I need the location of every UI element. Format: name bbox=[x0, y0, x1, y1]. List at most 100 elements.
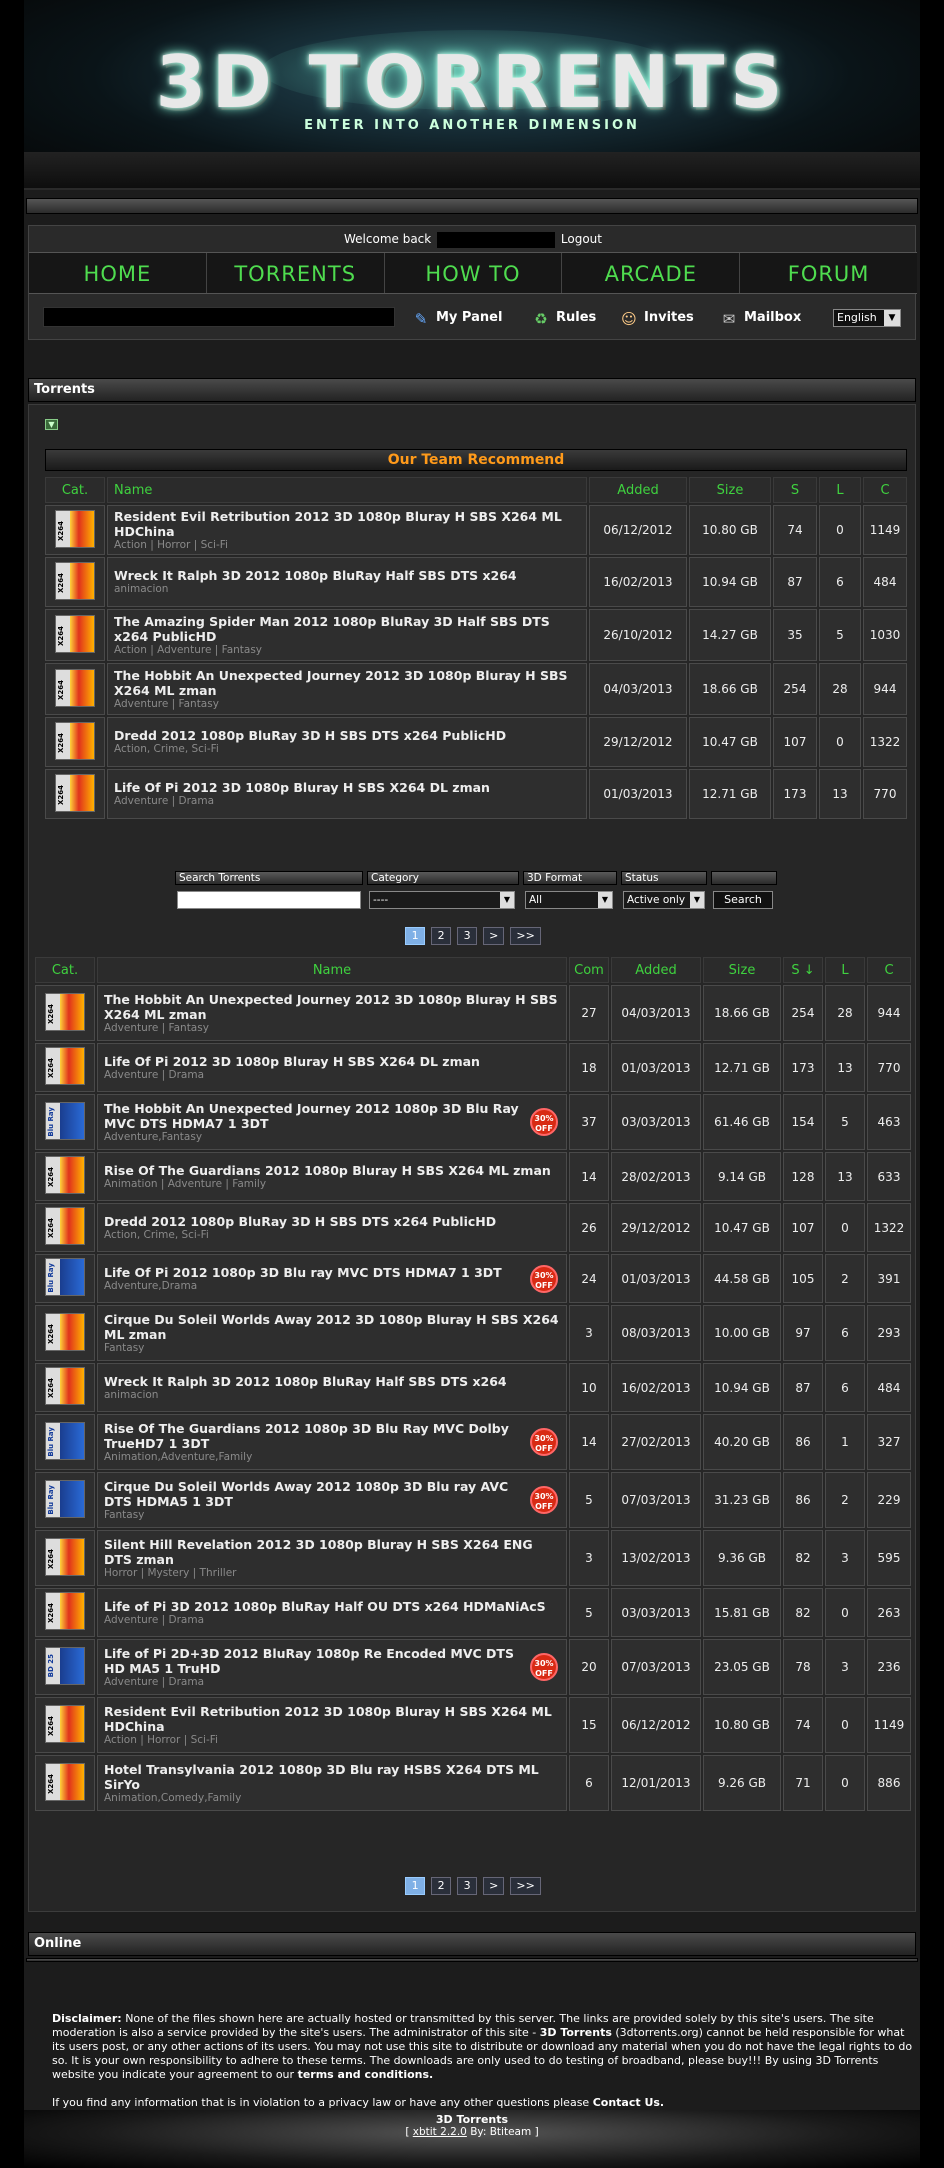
recommended-row[interactable]: Dredd 2012 1080p BluRay 3D H SBS DTS x26… bbox=[45, 717, 907, 767]
torrent-row[interactable]: Wreck It Ralph 3D 2012 1080p BluRay Half… bbox=[35, 1363, 911, 1412]
category-icon[interactable] bbox=[45, 1704, 85, 1743]
name-cell[interactable]: Life of Pi 2D+3D 2012 BluRay 1080p Re En… bbox=[97, 1639, 567, 1695]
category-cell[interactable] bbox=[35, 1697, 95, 1753]
category-cell[interactable] bbox=[35, 1588, 95, 1637]
completed-cell[interactable]: 944 bbox=[863, 663, 907, 715]
menu-arcade[interactable]: ARCADE bbox=[562, 253, 741, 293]
page-3[interactable]: 3 bbox=[457, 1877, 478, 1895]
seeders-cell[interactable]: 74 bbox=[773, 505, 817, 555]
completed-cell[interactable]: 886 bbox=[867, 1755, 911, 1811]
col-name[interactable]: Name bbox=[97, 957, 567, 983]
seeders-cell[interactable]: 87 bbox=[773, 557, 817, 607]
seeders-cell[interactable]: 105 bbox=[783, 1254, 823, 1303]
leechers-cell[interactable]: 0 bbox=[825, 1203, 865, 1252]
name-cell[interactable]: Silent Hill Revelation 2012 3D 1080p Blu… bbox=[97, 1530, 567, 1586]
category-icon[interactable] bbox=[45, 1207, 85, 1245]
seeders-cell[interactable]: 86 bbox=[783, 1472, 823, 1528]
torrent-row[interactable]: Life of Pi 2D+3D 2012 BluRay 1080p Re En… bbox=[35, 1639, 911, 1695]
terms-link[interactable]: terms and conditions. bbox=[298, 2068, 434, 2081]
category-cell[interactable] bbox=[45, 609, 105, 661]
menu-how-to[interactable]: HOW TO bbox=[385, 253, 563, 293]
name-cell[interactable]: Life Of Pi 2012 3D 1080p Bluray H SBS X2… bbox=[97, 1043, 567, 1092]
category-cell[interactable] bbox=[35, 1254, 95, 1303]
torrent-row[interactable]: Life Of Pi 2012 3D 1080p Bluray H SBS X2… bbox=[35, 1043, 911, 1092]
category-cell[interactable] bbox=[45, 769, 105, 819]
category-icon[interactable] bbox=[45, 1479, 85, 1518]
mailbox-link[interactable]: ✉ Mailbox bbox=[719, 308, 802, 328]
seeders-cell[interactable]: 82 bbox=[783, 1588, 823, 1637]
seeders-cell[interactable]: 86 bbox=[783, 1414, 823, 1470]
language-select[interactable]: English ▼ bbox=[833, 309, 901, 327]
completed-cell[interactable]: 229 bbox=[867, 1472, 911, 1528]
completed-cell[interactable]: 484 bbox=[863, 557, 907, 607]
menu-torrents[interactable]: TORRENTS bbox=[207, 253, 385, 293]
category-icon[interactable] bbox=[45, 1592, 85, 1630]
completed-cell[interactable]: 236 bbox=[867, 1639, 911, 1695]
torrent-title[interactable]: Hotel Transylvania 2012 1080p 3D Blu ray… bbox=[104, 1762, 560, 1792]
torrent-title[interactable]: Silent Hill Revelation 2012 3D 1080p Blu… bbox=[104, 1537, 560, 1567]
torrent-row[interactable]: Dredd 2012 1080p BluRay 3D H SBS DTS x26… bbox=[35, 1203, 911, 1252]
name-cell[interactable]: The Hobbit An Unexpected Journey 2012 3D… bbox=[97, 985, 567, 1041]
comments-cell[interactable]: 37 bbox=[569, 1094, 609, 1150]
comments-cell[interactable]: 24 bbox=[569, 1254, 609, 1303]
page-last[interactable]: >> bbox=[510, 1877, 541, 1895]
name-cell[interactable]: Dredd 2012 1080p BluRay 3D H SBS DTS x26… bbox=[107, 717, 587, 767]
seeders-cell[interactable]: 78 bbox=[783, 1639, 823, 1695]
category-cell[interactable] bbox=[35, 1530, 95, 1586]
comments-cell[interactable]: 15 bbox=[569, 1697, 609, 1753]
name-cell[interactable]: Rise Of The Guardians 2012 1080p 3D Blu … bbox=[97, 1414, 567, 1470]
name-cell[interactable]: Rise Of The Guardians 2012 1080p Bluray … bbox=[97, 1152, 567, 1201]
category-icon[interactable] bbox=[45, 1646, 85, 1685]
name-cell[interactable]: Life Of Pi 2012 3D 1080p Bluray H SBS X2… bbox=[107, 769, 587, 819]
col-s[interactable]: S ↓ bbox=[783, 957, 823, 983]
category-cell[interactable] bbox=[35, 1363, 95, 1412]
leechers-cell[interactable]: 0 bbox=[825, 1588, 865, 1637]
completed-cell[interactable]: 263 bbox=[867, 1588, 911, 1637]
seeders-cell[interactable]: 71 bbox=[783, 1755, 823, 1811]
leechers-cell[interactable]: 3 bbox=[825, 1530, 865, 1586]
completed-cell[interactable]: 944 bbox=[867, 985, 911, 1041]
torrent-title[interactable]: Cirque Du Soleil Worlds Away 2012 1080p … bbox=[104, 1479, 524, 1509]
name-cell[interactable]: Life of Pi 3D 2012 1080p BluRay Half OU … bbox=[97, 1588, 567, 1637]
completed-cell[interactable]: 1149 bbox=[867, 1697, 911, 1753]
category-cell[interactable] bbox=[35, 1305, 95, 1361]
category-icon[interactable] bbox=[55, 721, 95, 760]
completed-cell[interactable]: 770 bbox=[867, 1043, 911, 1092]
category-icon[interactable] bbox=[55, 561, 95, 600]
category-cell[interactable] bbox=[35, 1639, 95, 1695]
category-cell[interactable] bbox=[35, 1043, 95, 1092]
seeders-cell[interactable]: 173 bbox=[773, 769, 817, 819]
seeders-cell[interactable]: 82 bbox=[783, 1530, 823, 1586]
torrent-title[interactable]: Cirque Du Soleil Worlds Away 2012 3D 108… bbox=[104, 1312, 560, 1342]
leechers-cell[interactable]: 0 bbox=[825, 1697, 865, 1753]
name-cell[interactable]: Life Of Pi 2012 1080p 3D Blu ray MVC DTS… bbox=[97, 1254, 567, 1303]
col-size[interactable]: Size bbox=[703, 957, 781, 983]
completed-cell[interactable]: 484 bbox=[867, 1363, 911, 1412]
page-next[interactable]: > bbox=[483, 927, 505, 945]
name-cell[interactable]: Cirque Du Soleil Worlds Away 2012 1080p … bbox=[97, 1472, 567, 1528]
recommended-row[interactable]: Wreck It Ralph 3D 2012 1080p BluRay Half… bbox=[45, 557, 907, 607]
seeders-cell[interactable]: 128 bbox=[783, 1152, 823, 1201]
completed-cell[interactable]: 1322 bbox=[867, 1203, 911, 1252]
page-3[interactable]: 3 bbox=[457, 927, 478, 945]
category-cell[interactable] bbox=[35, 1414, 95, 1470]
page-2[interactable]: 2 bbox=[431, 927, 452, 945]
category-icon[interactable] bbox=[45, 1367, 85, 1405]
category-cell[interactable] bbox=[35, 1094, 95, 1150]
comments-cell[interactable]: 26 bbox=[569, 1203, 609, 1252]
torrent-title[interactable]: Dredd 2012 1080p BluRay 3D H SBS DTS x26… bbox=[104, 1214, 560, 1229]
menu-forum[interactable]: FORUM bbox=[740, 253, 917, 293]
seeders-cell[interactable]: 254 bbox=[783, 985, 823, 1041]
name-cell[interactable]: Wreck It Ralph 3D 2012 1080p BluRay Half… bbox=[107, 557, 587, 607]
name-cell[interactable]: The Hobbit An Unexpected Journey 2012 10… bbox=[97, 1094, 567, 1150]
seeders-cell[interactable]: 173 bbox=[783, 1043, 823, 1092]
torrent-row[interactable]: Silent Hill Revelation 2012 3D 1080p Blu… bbox=[35, 1530, 911, 1586]
category-icon[interactable] bbox=[45, 1312, 85, 1351]
category-cell[interactable] bbox=[35, 1152, 95, 1201]
leechers-cell[interactable]: 28 bbox=[825, 985, 865, 1041]
category-cell[interactable] bbox=[35, 1472, 95, 1528]
seeders-cell[interactable]: 107 bbox=[783, 1203, 823, 1252]
torrent-title[interactable]: The Hobbit An Unexpected Journey 2012 10… bbox=[104, 1101, 524, 1131]
torrent-row[interactable]: Life Of Pi 2012 1080p 3D Blu ray MVC DTS… bbox=[35, 1254, 911, 1303]
torrent-title[interactable]: Life of Pi 2D+3D 2012 BluRay 1080p Re En… bbox=[104, 1646, 524, 1676]
